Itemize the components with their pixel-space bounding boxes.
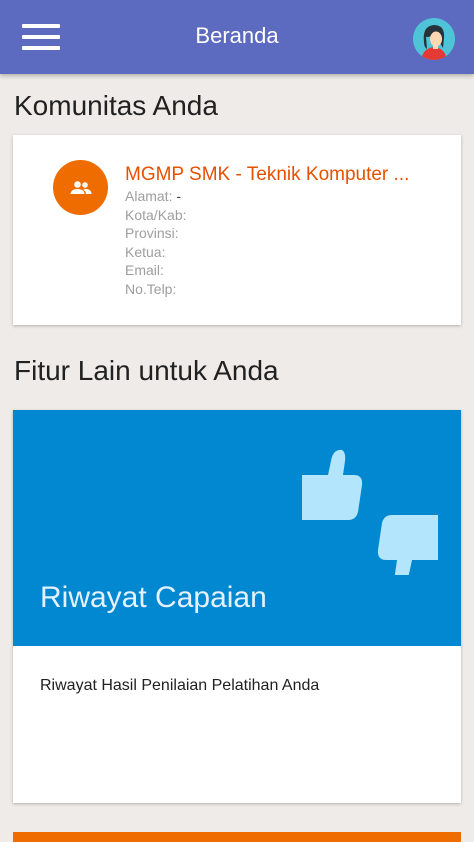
info-row-alamat: Alamat: - <box>125 188 182 204</box>
info-row-ketua: Ketua: <box>125 243 166 260</box>
community-name[interactable]: MGMP SMK - Teknik Komputer ... <box>125 163 445 187</box>
community-card[interactable]: MGMP SMK - Teknik Komputer ... Alamat: -… <box>13 135 461 325</box>
community-info-list: Alamat: - Kota/Kab: Provinsi: Ketua: Ema… <box>125 187 187 298</box>
info-row-provinsi: Provinsi: <box>125 225 179 241</box>
app-bar: Beranda <box>0 0 474 74</box>
thumbs-up-down-icon <box>302 449 438 575</box>
features-section-title: Fitur Lain untuk Anda <box>14 355 279 386</box>
info-row-kota-kab: Kota/Kab: <box>125 206 187 223</box>
info-row-no-telp: No.Telp: <box>125 280 177 297</box>
feature-banner: Riwayat Capaian <box>13 410 461 646</box>
riwayat-capaian-card[interactable]: Riwayat Capaian Riwayat Hasil Penilaian … <box>13 410 461 803</box>
feature-description: Riwayat Hasil Penilaian Pelatihan Anda <box>40 677 320 694</box>
feature-banner-title: Riwayat Capaian <box>40 581 267 614</box>
user-avatar-icon[interactable] <box>413 18 455 60</box>
next-feature-card[interactable] <box>13 832 461 842</box>
group-icon <box>53 160 108 215</box>
app-title: Beranda <box>195 23 279 48</box>
community-section-title: Komunitas Anda <box>14 90 218 121</box>
info-row-email: Email: <box>125 262 164 278</box>
